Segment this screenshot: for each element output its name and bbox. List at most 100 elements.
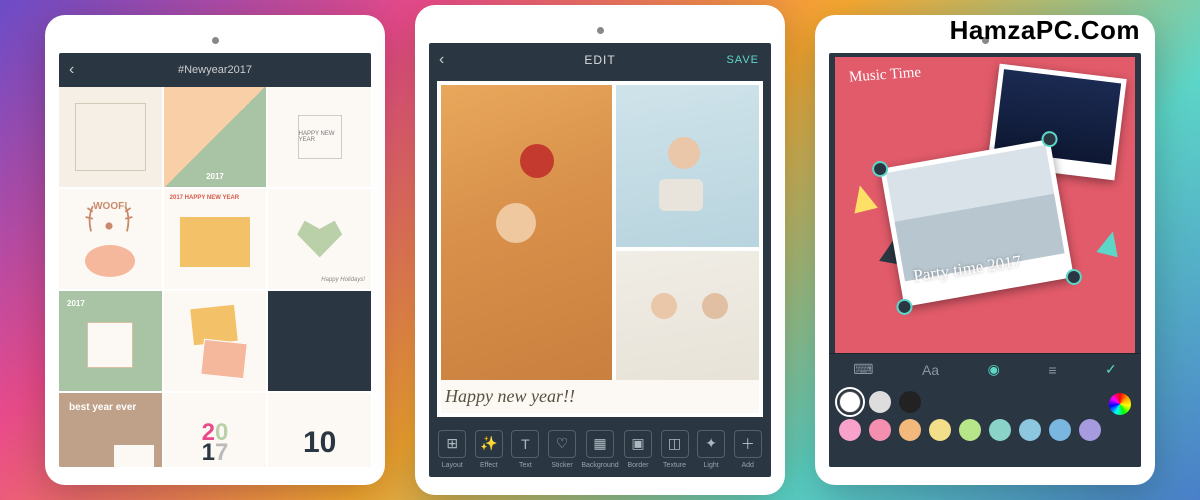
- color-swatch[interactable]: [839, 419, 861, 441]
- tool-text[interactable]: T Text: [508, 425, 543, 473]
- template-item[interactable]: best year ever: [59, 393, 162, 467]
- palette-row: [839, 419, 1131, 441]
- polaroid-photo-selected[interactable]: [880, 139, 1074, 307]
- tablet-color-editor: Music Time Party time 2017 ⌨ Aa ◉ ≡ ✓: [815, 15, 1155, 485]
- template-label: 10: [303, 426, 336, 460]
- template-item[interactable]: [59, 87, 162, 187]
- template-item[interactable]: 2017NEW YEAR: [164, 393, 267, 467]
- tool-light[interactable]: ✦ Light: [694, 425, 729, 473]
- layout-icon: ⊞: [438, 430, 466, 458]
- party-hat-icon: [848, 182, 878, 213]
- music-sticker[interactable]: Music Time: [848, 65, 921, 87]
- templates-header: ‹ #Newyear2017: [59, 53, 371, 87]
- editor-title: EDIT: [584, 53, 615, 67]
- tool-texture[interactable]: ◫ Texture: [657, 425, 692, 473]
- tool-layout[interactable]: ⊞ Layout: [435, 425, 470, 473]
- tablet-editor: ‹ EDIT SAVE Happy new year!! ⊞ Layout ✨Ef…: [415, 5, 785, 495]
- caption-text[interactable]: Happy new year!!: [441, 380, 759, 413]
- template-item[interactable]: 2017: [164, 87, 267, 187]
- template-item[interactable]: [164, 291, 267, 391]
- back-icon[interactable]: ‹: [439, 51, 445, 69]
- color-palette: [829, 385, 1141, 467]
- color-swatch[interactable]: [929, 419, 951, 441]
- color-swatch[interactable]: [1019, 419, 1041, 441]
- palette-row: [839, 391, 1131, 413]
- blot-shape: [85, 245, 135, 277]
- tool-label: Text: [519, 462, 532, 469]
- tool-add[interactable]: ＋ Add: [730, 425, 765, 473]
- color-swatch[interactable]: [839, 391, 861, 413]
- keyboard-icon[interactable]: ⌨: [853, 361, 873, 378]
- template-label: 2017: [67, 299, 85, 308]
- color-button[interactable]: ◉: [988, 361, 1000, 378]
- template-label: best year ever: [69, 403, 136, 413]
- light-icon: ✦: [697, 430, 725, 458]
- template-label: Happy Holidays!: [321, 277, 365, 283]
- texture-icon: ◫: [661, 430, 689, 458]
- tool-label: Border: [627, 462, 648, 469]
- template-item[interactable]: 10: [268, 393, 371, 467]
- templates-title: #Newyear2017: [178, 64, 252, 76]
- color-swatch[interactable]: [869, 419, 891, 441]
- screen-color-editor: Music Time Party time 2017 ⌨ Aa ◉ ≡ ✓: [829, 53, 1141, 467]
- template-item[interactable]: 2017 HAPPY NEW YEAR: [164, 189, 267, 289]
- watermark-text: HamzaPC.Com: [950, 15, 1140, 46]
- camera-dot: [597, 27, 604, 34]
- text-icon: T: [511, 430, 539, 458]
- tablet-notch: [59, 33, 371, 47]
- heart-icon: [295, 216, 345, 262]
- tool-label: Effect: [480, 462, 498, 469]
- screen-editor: ‹ EDIT SAVE Happy new year!! ⊞ Layout ✨Ef…: [429, 43, 771, 477]
- screen-templates: ‹ #Newyear2017 2017 HAPPY NEW YEAR WOOF!…: [59, 53, 371, 467]
- color-swatch[interactable]: [869, 391, 891, 413]
- camera-dot: [212, 37, 219, 44]
- color-swatch[interactable]: [959, 419, 981, 441]
- template-label: 2017: [202, 423, 229, 464]
- tool-label: Add: [741, 462, 753, 469]
- selection-handle[interactable]: [1065, 268, 1084, 287]
- tool-label: Layout: [442, 462, 463, 469]
- align-button[interactable]: ≡: [1048, 362, 1056, 378]
- template-label: WOOF!: [93, 201, 127, 212]
- collage-photo[interactable]: [441, 85, 612, 413]
- template-label: HAPPY NEW YEAR: [298, 115, 342, 159]
- party-hat-icon: [1096, 229, 1123, 258]
- template-label: 2017: [206, 172, 224, 181]
- selection-handle[interactable]: [895, 298, 914, 317]
- color-swatch[interactable]: [899, 391, 921, 413]
- tool-label: Light: [704, 462, 719, 469]
- editor-toolbar: ⊞ Layout ✨Effect T Text ♡ Sticker ▦ Backgrou…: [429, 421, 771, 477]
- confirm-button[interactable]: ✓: [1105, 361, 1117, 378]
- tool-background[interactable]: ▦ Background: [581, 425, 618, 473]
- sticker-canvas[interactable]: Music Time Party time 2017: [835, 57, 1135, 353]
- tool-effect[interactable]: ✨Effect: [472, 425, 507, 473]
- color-swatch[interactable]: [899, 419, 921, 441]
- font-button[interactable]: Aa: [922, 362, 939, 378]
- template-item[interactable]: 2017: [59, 291, 162, 391]
- template-item[interactable]: [268, 291, 371, 391]
- add-icon: ＋: [734, 430, 762, 458]
- color-swatch[interactable]: [1049, 419, 1071, 441]
- tool-label: Texture: [663, 462, 686, 469]
- editor-canvas[interactable]: Happy new year!!: [437, 81, 763, 417]
- color-wheel-icon[interactable]: [1109, 393, 1131, 415]
- save-button[interactable]: SAVE: [726, 54, 759, 66]
- tool-border[interactable]: ▣ Border: [621, 425, 656, 473]
- tool-label: Background: [581, 462, 618, 469]
- text-subtoolbar: ⌨ Aa ◉ ≡ ✓: [829, 353, 1141, 385]
- color-swatch[interactable]: [1079, 419, 1101, 441]
- tool-label: Sticker: [551, 462, 572, 469]
- border-icon: ▣: [624, 430, 652, 458]
- collage-photo[interactable]: [616, 85, 759, 247]
- template-item[interactable]: HAPPY NEW YEAR: [268, 87, 371, 187]
- editor-header: ‹ EDIT SAVE: [429, 43, 771, 77]
- sticker-icon: ♡: [548, 430, 576, 458]
- tablet-notch: [429, 23, 771, 37]
- template-label: 2017 HAPPY NEW YEAR: [170, 195, 239, 201]
- back-icon[interactable]: ‹: [69, 61, 74, 79]
- tool-sticker[interactable]: ♡ Sticker: [545, 425, 580, 473]
- template-item[interactable]: Happy Holidays!: [268, 189, 371, 289]
- template-item[interactable]: WOOF!: [59, 189, 162, 289]
- background-icon: ▦: [586, 430, 614, 458]
- color-swatch[interactable]: [989, 419, 1011, 441]
